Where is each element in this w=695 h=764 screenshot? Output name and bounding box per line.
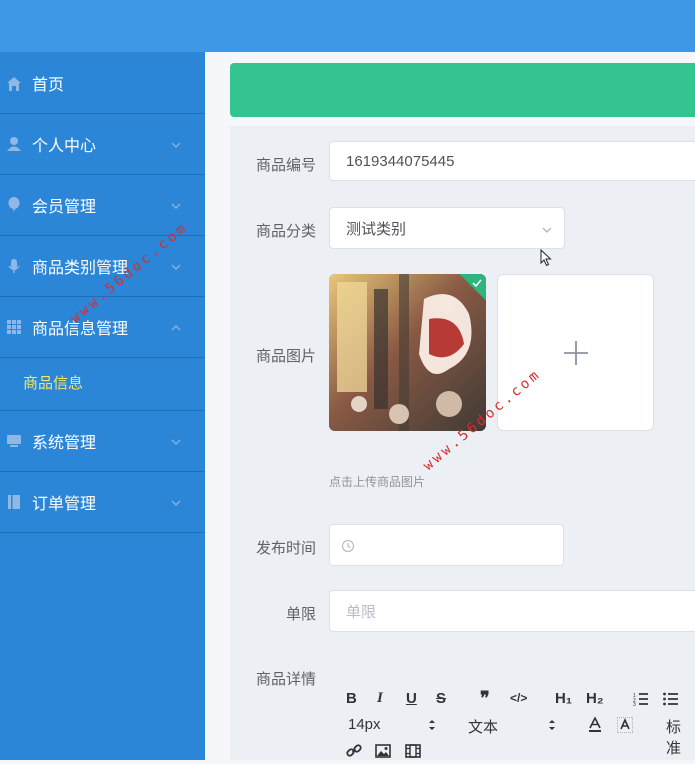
top-header-bar — [0, 0, 695, 52]
user-icon — [6, 136, 22, 152]
plus-icon — [562, 339, 590, 372]
chevron-down-icon — [170, 260, 182, 272]
h1-button[interactable]: H₁ — [555, 690, 572, 707]
book-icon — [6, 494, 22, 510]
image-label: 商品图片 — [255, 348, 316, 365]
italic-button[interactable]: I — [377, 690, 383, 707]
limit-placeholder: 单限 — [346, 603, 377, 621]
sidebar-item-order-management[interactable]: 订单管理 — [0, 472, 205, 533]
underline-button[interactable]: U — [406, 690, 417, 707]
details-label: 商品详情 — [255, 671, 316, 688]
sidebar-item-label: 系统管理 — [32, 435, 97, 452]
publish-time-picker[interactable] — [329, 524, 564, 566]
h2-button[interactable]: H₂ — [586, 690, 604, 707]
category-label: 商品分类 — [255, 223, 316, 240]
grid-icon — [6, 319, 22, 335]
sidebar-item-personal-center[interactable]: 个人中心 — [0, 114, 205, 175]
product-no-value: 1619344075445 — [346, 152, 455, 170]
product-image — [329, 274, 486, 431]
clock-icon — [341, 539, 355, 557]
upload-hint: 点击上传商品图片 — [329, 475, 426, 489]
chevron-down-icon — [170, 199, 182, 211]
banner-bar — [230, 63, 695, 117]
bullet-list-icon[interactable] — [663, 692, 679, 711]
chevron-down-icon — [170, 138, 182, 150]
product-no-label: 商品编号 — [255, 157, 316, 174]
select-arrows-icon — [428, 718, 436, 737]
sidebar-item-label: 个人中心 — [32, 138, 97, 155]
balloon-icon — [6, 197, 22, 213]
chevron-down-icon — [170, 496, 182, 508]
limit-input[interactable]: 单限 — [329, 590, 695, 632]
sidebar-item-label: 订单管理 — [32, 496, 97, 513]
link-icon[interactable] — [346, 743, 362, 764]
svg-text:3: 3 — [633, 702, 636, 706]
sidebar-subitem-label: 商品信息 — [23, 375, 84, 392]
sidebar-item-label: 首页 — [32, 77, 65, 94]
strikethrough-button[interactable]: S — [436, 690, 446, 707]
sidebar-item-home[interactable]: 首页 — [0, 53, 205, 114]
sidebar-item-label: 会员管理 — [32, 199, 97, 216]
monitor-icon — [6, 433, 22, 449]
code-button[interactable]: </> — [510, 691, 527, 705]
limit-label: 单限 — [285, 606, 316, 623]
align-select[interactable]: 标准 — [666, 716, 695, 758]
font-color-icon[interactable] — [588, 716, 602, 738]
rich-text-toolbar: B I U S ❞ </> H₁ H₂ 123 14px 文本 标准 — [330, 680, 695, 760]
sidebar-item-system-management[interactable]: 系统管理 — [0, 411, 205, 472]
text-style-select[interactable]: 文本 — [468, 716, 498, 737]
upload-add-button[interactable] — [497, 274, 654, 431]
chevron-down-icon — [170, 435, 182, 447]
chevron-down-icon — [541, 223, 553, 240]
product-no-input[interactable]: 1619344075445 — [329, 141, 695, 181]
bold-button[interactable]: B — [346, 690, 357, 707]
home-icon — [6, 76, 22, 92]
ordered-list-icon[interactable]: 123 — [633, 692, 649, 711]
uploaded-image-thumbnail[interactable] — [329, 274, 486, 431]
sidebar: 首页 个人中心 会员管理 商品类别管理 商品信息管理 商品信息 系统管理 订单管… — [0, 52, 205, 760]
background-color-icon[interactable] — [616, 716, 634, 738]
select-arrows-icon — [548, 718, 556, 737]
sidebar-subitem-product-info[interactable]: 商品信息 — [0, 355, 205, 411]
sidebar-item-product-info-management[interactable]: 商品信息管理 — [0, 297, 205, 358]
chevron-up-icon — [170, 321, 182, 333]
blockquote-button[interactable]: ❞ — [480, 688, 490, 709]
mouse-cursor-icon — [540, 248, 552, 272]
category-select[interactable]: 测试类别 — [329, 207, 565, 249]
font-size-select[interactable]: 14px — [348, 716, 381, 733]
check-icon — [471, 276, 483, 294]
video-insert-icon[interactable] — [405, 744, 421, 763]
microphone-icon — [6, 258, 22, 274]
category-value: 测试类别 — [346, 220, 407, 238]
image-insert-icon[interactable] — [375, 744, 391, 763]
publish-time-label: 发布时间 — [255, 540, 316, 557]
